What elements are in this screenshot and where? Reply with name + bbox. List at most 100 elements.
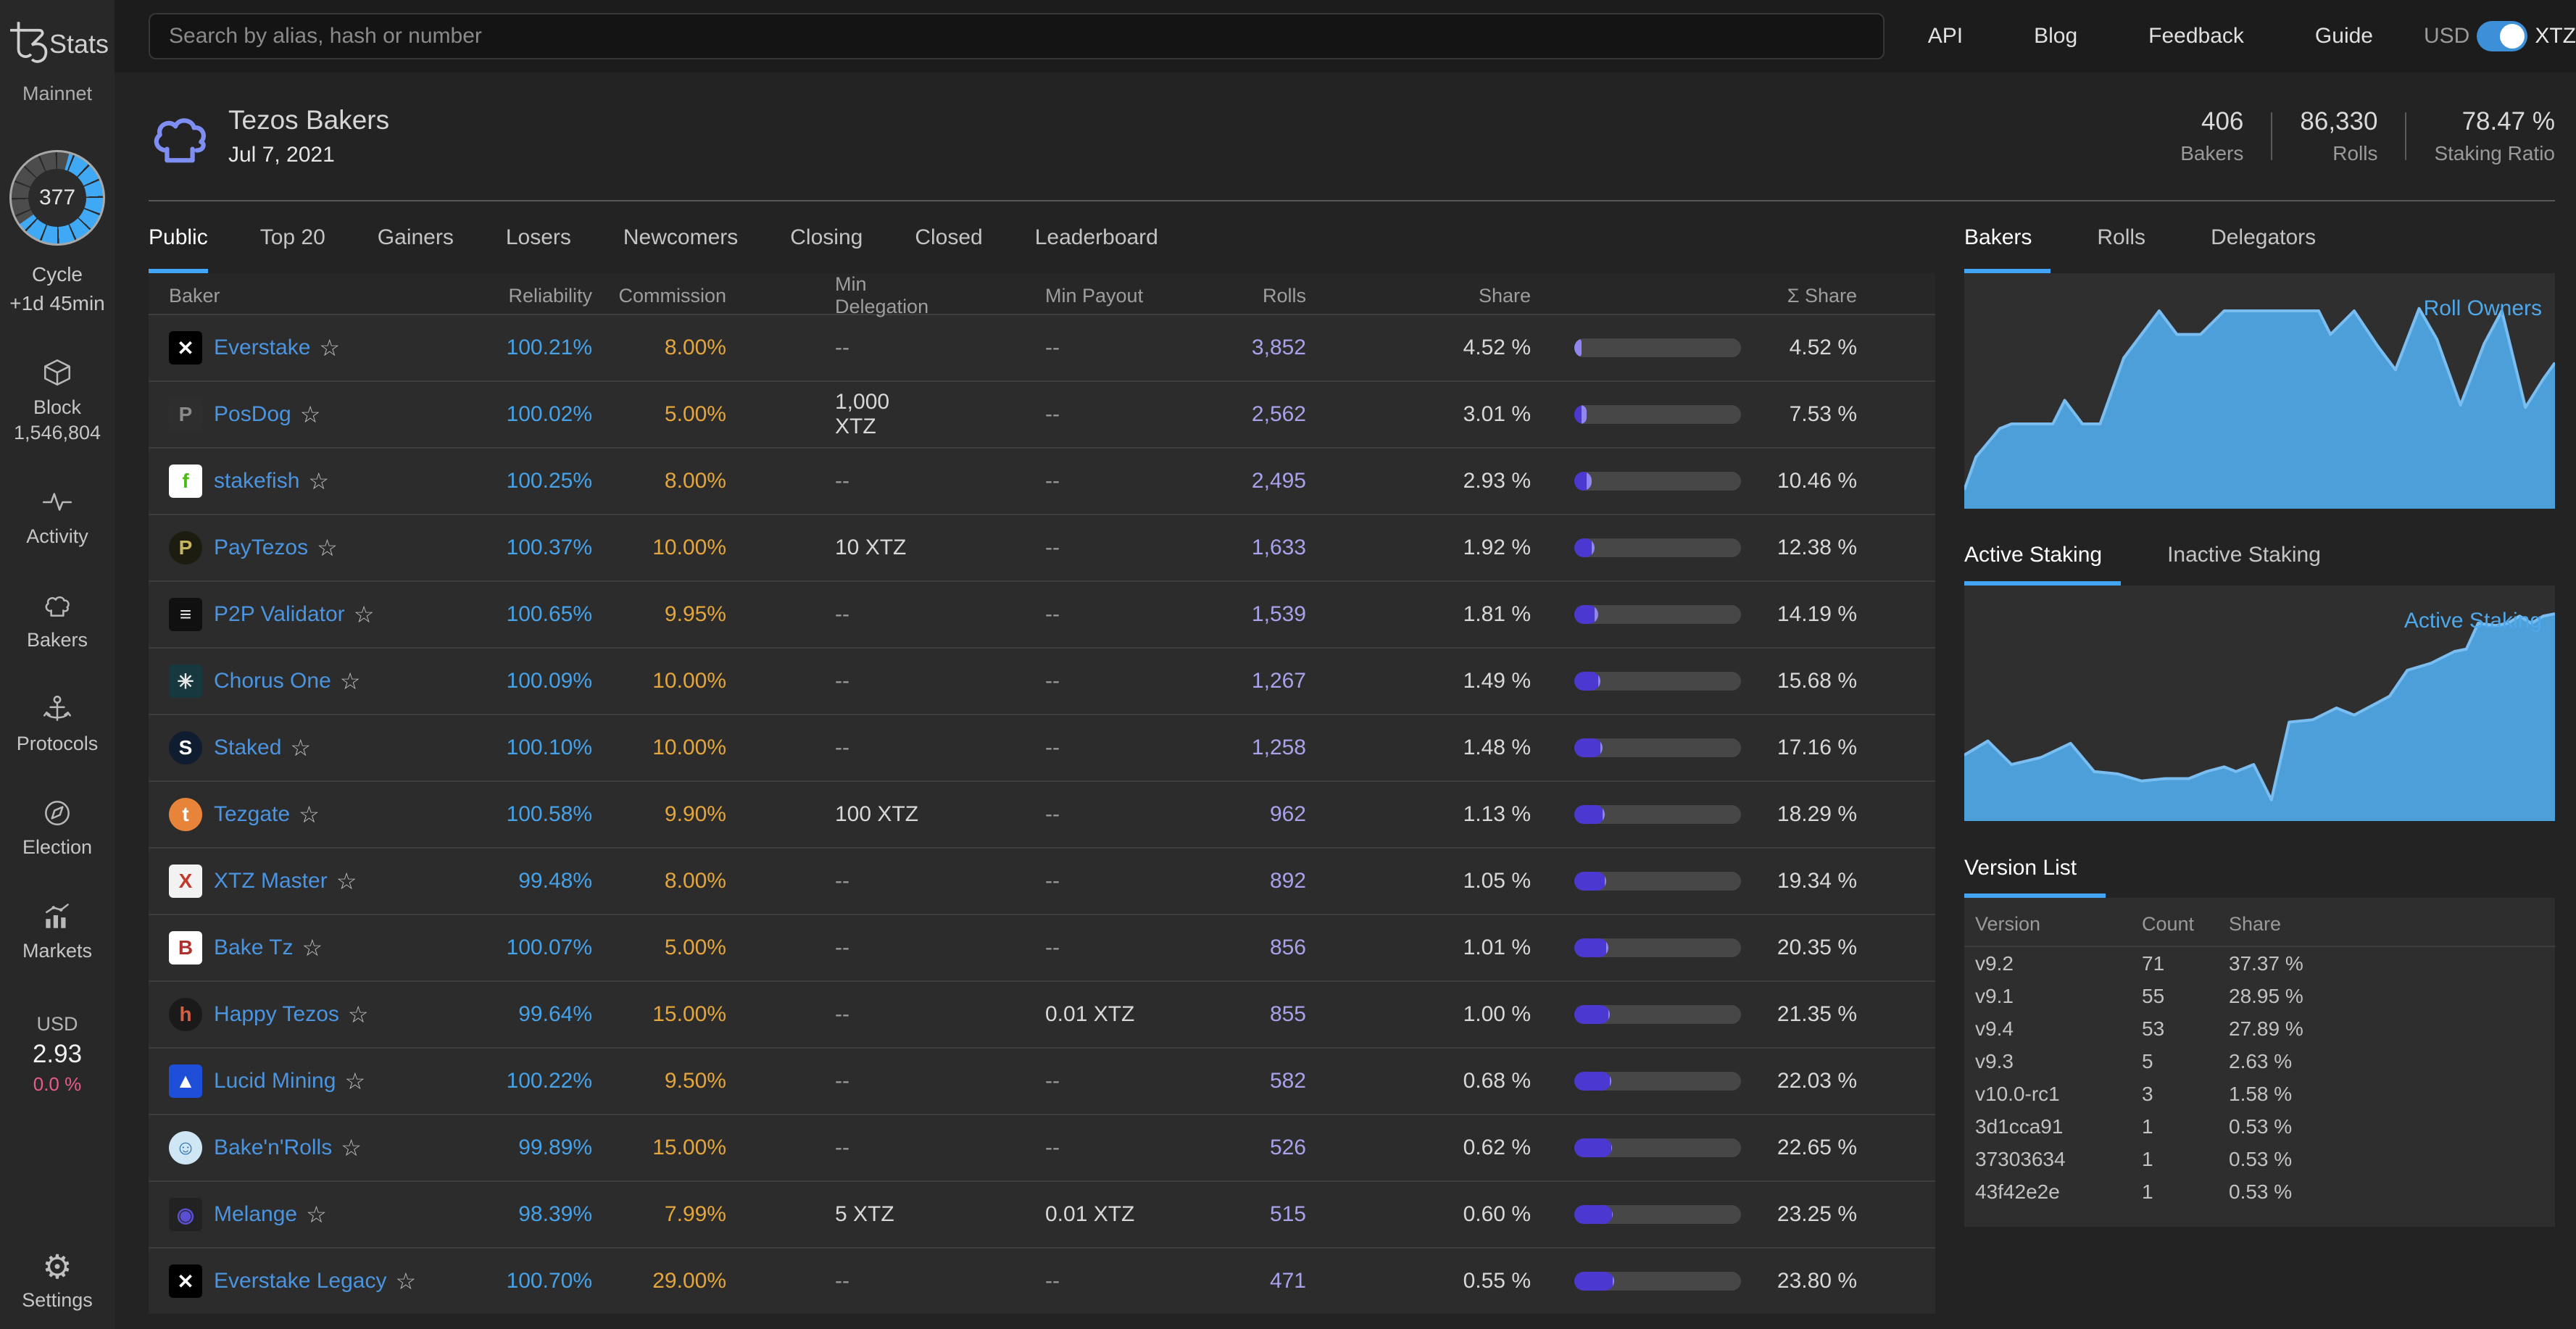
sidebar-item-protocols[interactable]: Protocols [17, 692, 98, 755]
tab-closing[interactable]: Closing [790, 201, 863, 273]
version-row: v10.0-rc1 3 1.58 % [1964, 1078, 2555, 1110]
share-bar-track [1574, 738, 1741, 757]
share-bar-cell [1531, 1072, 1741, 1091]
table-row[interactable]: X XTZ Master ☆ 99.48% 8.00% -- -- 892 1.05 % 19.3… [149, 847, 1935, 914]
stat-value: 86,330 [2300, 107, 2378, 136]
rtab-active-staking[interactable]: Active Staking [1964, 525, 2122, 586]
rtab-rolls[interactable]: Rolls [2097, 201, 2164, 273]
favorite-star-icon[interactable]: ☆ [306, 1201, 327, 1228]
favorite-star-icon[interactable]: ☆ [308, 467, 329, 495]
share-cell: 4.52 % [1463, 336, 1531, 359]
version-row: v9.3 5 2.63 % [1964, 1045, 2555, 1078]
logo[interactable]: Stats [6, 19, 109, 67]
baker-link[interactable]: Everstake [214, 336, 310, 360]
table-row[interactable]: P PosDog ☆ 100.02% 5.00% 1,000 XTZ -- 2,562 3.01… [149, 380, 1935, 447]
table-row[interactable]: t Tezgate ☆ 100.58% 9.90% 100 XTZ -- 962 1.13 % 1… [149, 780, 1935, 847]
baker-link[interactable]: Lucid Mining [214, 1069, 336, 1093]
baker-link[interactable]: XTZ Master [214, 869, 328, 893]
favorite-star-icon[interactable]: ☆ [348, 1001, 369, 1028]
sidebar-item-markets[interactable]: Markets [22, 899, 92, 962]
cycle-progress-gauge[interactable]: 377 [9, 150, 105, 246]
favorite-star-icon[interactable]: ☆ [354, 601, 375, 628]
tab-public[interactable]: Public [149, 201, 208, 273]
table-row[interactable]: ≡ P2P Validator ☆ 100.65% 9.95% -- -- 1,539 1.81… [149, 580, 1935, 647]
tab-top-20[interactable]: Top 20 [260, 201, 325, 273]
reliability-cell: 100.02% [506, 402, 592, 426]
favorite-star-icon[interactable]: ☆ [341, 1134, 362, 1162]
tab-closed[interactable]: Closed [915, 201, 982, 273]
topbar-link-api[interactable]: API [1928, 24, 1963, 49]
sidebar-item-block[interactable]: Block 1,546,804 [14, 356, 101, 444]
sidebar-item-settings[interactable]: ⚙ Settings [22, 1250, 93, 1312]
favorite-star-icon[interactable]: ☆ [299, 801, 320, 828]
favorite-star-icon[interactable]: ☆ [344, 1067, 365, 1095]
share-bar-track [1574, 938, 1741, 957]
version-column-header-count: Count [2142, 912, 2195, 935]
baker-link[interactable]: Bake Tz [214, 936, 294, 960]
sidebar-item-election[interactable]: Election [22, 796, 92, 859]
search-input[interactable] [149, 13, 1885, 59]
share-bar-cumulative [1574, 872, 1605, 891]
share-bar-cell [1531, 472, 1741, 491]
tab-gainers[interactable]: Gainers [378, 201, 454, 273]
sidebar-item-label: Block [33, 396, 82, 418]
tab-leaderboard[interactable]: Leaderboard [1035, 201, 1158, 273]
table-row[interactable]: ▲ Lucid Mining ☆ 100.22% 9.50% -- -- 582 0.68 % 2… [149, 1047, 1935, 1114]
share-bar-fill [1574, 405, 1587, 424]
table-row[interactable]: f stakefish ☆ 100.25% 8.00% -- -- 2,495 2.93 % 10… [149, 447, 1935, 514]
currency-toggle-switch[interactable] [2477, 21, 2528, 51]
table-row[interactable]: ✳ Chorus One ☆ 100.09% 10.00% -- -- 1,267 1.49 %… [149, 647, 1935, 714]
baker-avatar: ✕ [169, 331, 202, 364]
baker-link[interactable]: Chorus One [214, 669, 331, 693]
baker-link[interactable]: P2P Validator [214, 602, 345, 627]
baker-link[interactable]: Staked [214, 736, 281, 760]
favorite-star-icon[interactable]: ☆ [319, 334, 340, 362]
rtab-inactive-staking[interactable]: Inactive Staking [2167, 525, 2340, 586]
baker-link[interactable]: Tezgate [214, 802, 290, 827]
table-row[interactable]: ☺ Bake'n'Rolls ☆ 99.89% 15.00% -- -- 526 0.62 % 2… [149, 1114, 1935, 1180]
stat-label: Staking Ratio [2434, 142, 2555, 164]
baker-link[interactable]: PayTezos [214, 536, 308, 560]
topbar-link-guide[interactable]: Guide [2315, 24, 2373, 49]
sidebar-item-bakers[interactable]: Bakers [27, 588, 88, 651]
share-cell: 0.60 % [1463, 1202, 1531, 1226]
min-payout-cell: -- [1045, 736, 1060, 759]
favorite-star-icon[interactable]: ☆ [300, 401, 321, 428]
share-bar-fill [1574, 472, 1592, 491]
table-row[interactable]: ✕ Everstake Legacy ☆ 100.70% 29.00% -- -- 471 0.… [149, 1247, 1935, 1314]
table-row[interactable]: S Staked ☆ 100.10% 10.00% -- -- 1,258 1.48 % 17.1… [149, 714, 1935, 780]
table-row[interactable]: P PayTezos ☆ 100.37% 10.00% 10 XTZ -- 1,633 1.92… [149, 514, 1935, 580]
baker-link[interactable]: stakefish [214, 469, 299, 493]
count-cell: 1 [2142, 1115, 2153, 1138]
table-body: ✕ Everstake ☆ 100.21% 8.00% -- -- 3,852 4.52 % 4.… [149, 314, 1935, 1314]
table-row[interactable]: ◉ Melange ☆ 98.39% 7.99% 5 XTZ 0.01 XTZ 515 0.60… [149, 1180, 1935, 1247]
version-cell: 43f42e2e [1975, 1180, 2060, 1203]
count-cell: 1 [2142, 1180, 2153, 1203]
share-bar-track [1574, 1205, 1741, 1224]
baker-link[interactable]: PosDog [214, 402, 291, 427]
rtab-delegators[interactable]: Delegators [2211, 201, 2335, 273]
favorite-star-icon[interactable]: ☆ [336, 867, 357, 895]
topbar-link-feedback[interactable]: Feedback [2148, 24, 2244, 49]
table-row[interactable]: B Bake Tz ☆ 100.07% 5.00% -- -- 856 1.01 % 20.35 … [149, 914, 1935, 980]
baker-link[interactable]: Everstake Legacy [214, 1269, 386, 1293]
sigma-share-cell: 18.29 % [1777, 802, 1857, 826]
min-payout-cell: -- [1045, 1069, 1060, 1093]
rtab-bakers[interactable]: Bakers [1964, 201, 2051, 273]
sidebar-item-activity[interactable]: Activity [26, 485, 88, 548]
baker-link[interactable]: Melange [214, 1202, 297, 1227]
favorite-star-icon[interactable]: ☆ [340, 667, 361, 695]
topbar-link-blog[interactable]: Blog [2034, 24, 2077, 49]
table-row[interactable]: ✕ Everstake ☆ 100.21% 8.00% -- -- 3,852 4.52 % 4.… [149, 314, 1935, 380]
favorite-star-icon[interactable]: ☆ [317, 534, 338, 562]
favorite-star-icon[interactable]: ☆ [395, 1267, 416, 1295]
sidebar: Stats Mainnet 377 Cycle +1d 45min Block 1… [0, 0, 115, 1329]
table-row[interactable]: h Happy Tezos ☆ 99.64% 15.00% -- 0.01 XTZ 855 1.… [149, 980, 1935, 1047]
tab-losers[interactable]: Losers [506, 201, 571, 273]
favorite-star-icon[interactable]: ☆ [302, 934, 323, 962]
favorite-star-icon[interactable]: ☆ [290, 734, 311, 762]
baker-link[interactable]: Happy Tezos [214, 1002, 339, 1027]
baker-link[interactable]: Bake'n'Rolls [214, 1136, 332, 1160]
baker-cell: h Happy Tezos ☆ [169, 998, 425, 1031]
tab-newcomers[interactable]: Newcomers [623, 201, 738, 273]
